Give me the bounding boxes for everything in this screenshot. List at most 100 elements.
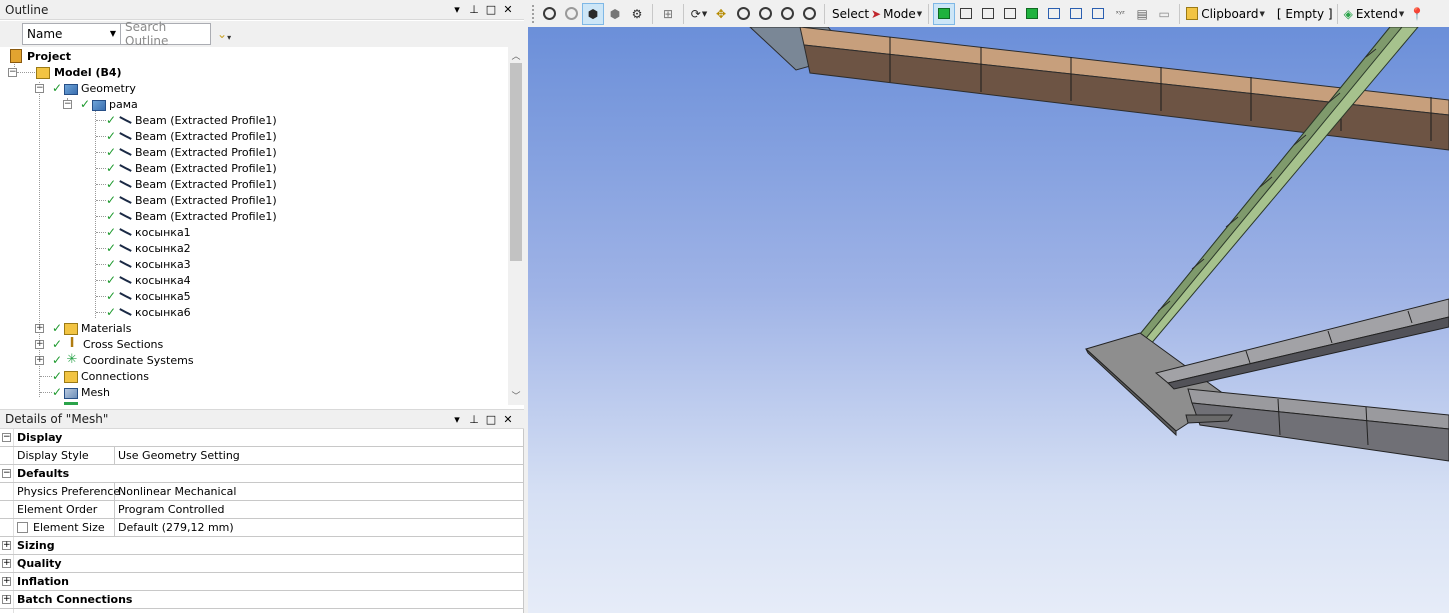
tree-node-body[interactable]: ✓ Beam (Extracted Profile1)	[106, 144, 277, 160]
select-element-face-icon[interactable]	[1065, 3, 1087, 25]
maximize-icon[interactable]: □	[483, 411, 499, 427]
tree-node-connections[interactable]: ✓ Connections	[52, 368, 149, 384]
tree-node-body[interactable]: ✓ Beam (Extracted Profile1)	[106, 160, 277, 176]
extend-button[interactable]: ◈ Extend ▼	[1342, 3, 1407, 25]
dropdown-icon[interactable]: ▾	[449, 2, 465, 18]
tree-node-body[interactable]: ✓ косынка1	[106, 224, 191, 240]
tree-node-body[interactable]: ✓ Beam (Extracted Profile1)	[106, 208, 277, 224]
clipboard-button[interactable]: Clipboard ▼	[1184, 3, 1267, 25]
tree-node-cross-sections[interactable]: ✓ I Cross Sections	[52, 336, 163, 352]
select-edge-icon[interactable]	[977, 3, 999, 25]
zoom-out-dim-icon[interactable]	[560, 3, 582, 25]
row-value[interactable]: Program Controlled	[118, 503, 224, 516]
search-options-button[interactable]: ⌄ ▾	[211, 23, 243, 45]
tree-node-body[interactable]: ✓ Beam (Extracted Profile1)	[106, 192, 277, 208]
materials-icon	[64, 322, 78, 335]
tree-node-mesh[interactable]: ✓ Mesh	[52, 384, 110, 400]
dropdown-icon[interactable]: ▾	[449, 411, 465, 427]
tree-node-body[interactable]: ✓ Beam (Extracted Profile1)	[106, 176, 277, 192]
group-defaults[interactable]: − Defaults	[0, 465, 523, 483]
tree-node-coordinate-systems[interactable]: ✓ ✳ Coordinate Systems	[52, 352, 194, 368]
tree-node-part[interactable]: ✓ рама	[80, 96, 138, 112]
grid-icon[interactable]: ⊞	[657, 3, 679, 25]
close-icon[interactable]: ✕	[500, 411, 516, 427]
zoom-icon[interactable]	[732, 3, 754, 25]
tree-node-model[interactable]: Model (B4)	[36, 64, 122, 80]
maximize-icon[interactable]: □	[483, 2, 499, 18]
label-icon[interactable]: ▤	[1131, 3, 1153, 25]
collapse-icon[interactable]: −	[2, 433, 11, 442]
wireframe-view-icon[interactable]: ⬢	[604, 3, 626, 25]
tree-node-project[interactable]: Project	[10, 48, 71, 64]
group-label: Defaults	[17, 467, 70, 480]
select-element-icon[interactable]	[1087, 3, 1109, 25]
expand-icon[interactable]: +	[2, 559, 11, 568]
line-body-icon	[118, 162, 132, 174]
row-value[interactable]: Nonlinear Mechanical	[118, 485, 236, 498]
row-element-size[interactable]: Element Size Default (279,12 mm)	[0, 519, 523, 537]
expand-materials-icon[interactable]: +	[35, 324, 44, 333]
expand-icon[interactable]: +	[2, 595, 11, 604]
select-mesh-icon[interactable]	[933, 2, 956, 25]
outline-scrollbar[interactable]: ︿ ﹀	[508, 47, 524, 405]
search-placeholder: Search Outline	[125, 20, 169, 48]
pan-icon[interactable]: ✥	[710, 3, 732, 25]
rotate-icon[interactable]: ⟳ ▼	[688, 3, 710, 25]
select-vertex-icon[interactable]	[955, 3, 977, 25]
pin-icon[interactable]: ⊥	[466, 2, 482, 18]
tree-node-body[interactable]: ✓ косынка5	[106, 288, 191, 304]
expand-icon[interactable]: +	[2, 541, 11, 550]
toolbar-grip[interactable]	[532, 4, 535, 23]
expand-coordinate-systems-icon[interactable]: +	[35, 356, 44, 365]
scrollbar-thumb[interactable]	[510, 63, 522, 261]
expand-cross-sections-icon[interactable]: +	[35, 340, 44, 349]
row-value[interactable]: Default (279,12 mm)	[118, 521, 234, 534]
tree-node-body[interactable]: ✓ Beam (Extracted Profile1)	[106, 128, 277, 144]
tree-node-materials[interactable]: ✓ Materials	[52, 320, 131, 336]
row-element-order[interactable]: Element Order Program Controlled	[0, 501, 523, 519]
box-zoom-icon[interactable]	[776, 3, 798, 25]
select-body-icon[interactable]	[1021, 3, 1043, 25]
tree-node-body[interactable]: ✓ Beam (Extracted Profile1)	[106, 112, 277, 128]
zoom-to-fit-icon[interactable]	[798, 3, 820, 25]
pushpin-icon[interactable]: 📍	[1406, 3, 1428, 25]
collapse-geometry-icon[interactable]: −	[35, 84, 44, 93]
collapse-icon[interactable]: −	[2, 469, 11, 478]
check-icon: ✓	[52, 353, 63, 367]
tree-node-body[interactable]: ✓ косынка3	[106, 256, 191, 272]
search-outline-input[interactable]: Search Outline	[121, 20, 211, 48]
tree-guide-line	[96, 232, 106, 233]
group-quality[interactable]: + Quality	[0, 555, 523, 573]
group-display[interactable]: − Display	[0, 429, 523, 447]
close-icon[interactable]: ✕	[500, 2, 516, 18]
scroll-up-icon[interactable]: ︿	[508, 49, 524, 63]
scroll-down-icon[interactable]: ﹀	[508, 389, 524, 403]
zoom-in-icon[interactable]	[754, 3, 776, 25]
select-mode-button[interactable]: ➤ Mode ▼	[869, 3, 924, 25]
tree-node-body[interactable]: ✓ косынка6	[106, 304, 191, 320]
render-options-icon[interactable]: ⚙	[626, 3, 648, 25]
shaded-view-icon[interactable]: ⬢	[582, 2, 604, 25]
tree-node-body[interactable]: ✓ косынка4	[106, 272, 191, 288]
zoom-out-icon[interactable]	[538, 3, 560, 25]
row-display-style[interactable]: Display Style Use Geometry Setting	[0, 447, 523, 465]
parameter-checkbox[interactable]	[17, 522, 28, 533]
group-sizing[interactable]: + Sizing	[0, 537, 523, 555]
group-inflation[interactable]: + Inflation	[0, 573, 523, 591]
select-face-icon[interactable]	[999, 3, 1021, 25]
expand-icon[interactable]: +	[2, 577, 11, 586]
select-node-icon[interactable]	[1043, 3, 1065, 25]
name-filter-select[interactable]: Name ▼	[22, 23, 121, 45]
tree-guide-line	[96, 264, 106, 265]
row-value[interactable]: Use Geometry Setting	[118, 449, 240, 462]
tree-node-geometry[interactable]: ✓ Geometry	[52, 80, 136, 96]
annotation-icon[interactable]: ▭	[1153, 3, 1175, 25]
row-physics-preference[interactable]: Physics Preference Nonlinear Mechanical	[0, 483, 523, 501]
collapse-model-icon[interactable]: −	[8, 68, 17, 77]
group-batch-connections[interactable]: + Batch Connections	[0, 591, 523, 609]
coordinate-icon[interactable]: ˣʸᶻ	[1109, 3, 1131, 25]
collapse-part-icon[interactable]: −	[63, 100, 72, 109]
graphics-viewport[interactable]	[528, 27, 1449, 613]
pin-icon[interactable]: ⊥	[466, 411, 482, 427]
tree-node-body[interactable]: ✓ косынка2	[106, 240, 191, 256]
